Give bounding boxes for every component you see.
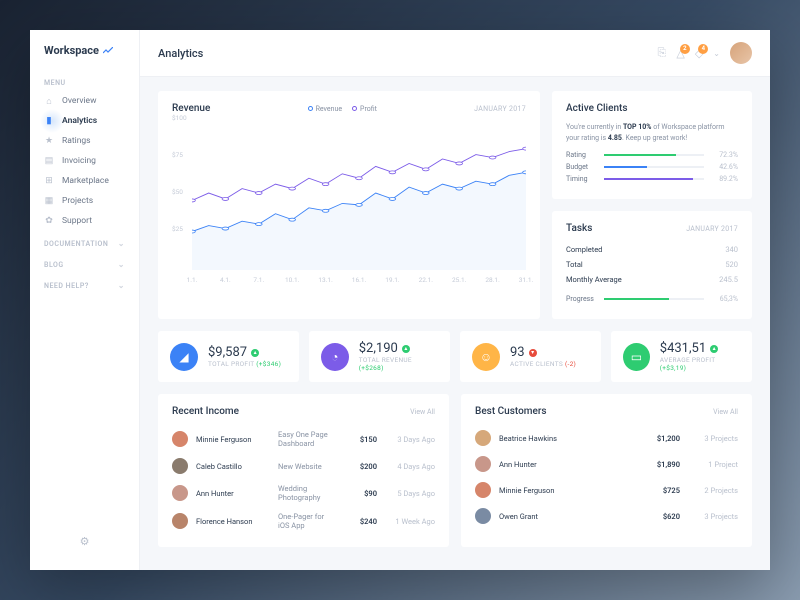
arrow-up-icon: ▴: [402, 345, 410, 353]
list-item[interactable]: Beatrice Hawkins$1,2003 Projects: [475, 425, 738, 451]
recent-income-title: Recent Income: [172, 406, 239, 417]
revenue-chart: $25$50$75$1001.1.4.1.7.1.10.1.13.1.16.1.…: [172, 122, 526, 282]
sidebar-section[interactable]: DOCUMENTATION⌄: [30, 231, 139, 252]
metric-bar: Timing89.2%: [566, 175, 738, 183]
avatar: [475, 456, 491, 472]
list-item[interactable]: Ann Hunter$1,8901 Project: [475, 451, 738, 477]
chevron-down-icon: ⌄: [118, 260, 125, 269]
nav-item-projects[interactable]: ▦Projects: [30, 191, 139, 211]
recent-income-card: Recent Income View All Minnie FergusonEa…: [158, 394, 449, 547]
stat-card: ☺ 93▾ ACTIVE CLIENTS (-2): [460, 331, 601, 382]
avatar: [172, 458, 188, 474]
best-customers-list: Beatrice Hawkins$1,2003 ProjectsAnn Hunt…: [475, 425, 738, 529]
menu-section-label: MENU: [30, 73, 139, 91]
user-avatar[interactable]: [730, 42, 752, 64]
sidebar-section[interactable]: NEED HELP?⌄: [30, 273, 139, 294]
list-item[interactable]: Caleb CastilloNew Website$2004 Days Ago: [172, 453, 435, 479]
nav-item-ratings[interactable]: ★Ratings: [30, 131, 139, 151]
chart-legend: Revenue Profit: [308, 105, 377, 113]
chevron-down-icon: ⌄: [118, 281, 125, 290]
recent-income-viewall[interactable]: View All: [410, 408, 435, 416]
app-frame: Workspace MENU ⌂Overview▮Analytics★Ratin…: [30, 30, 770, 570]
arrow-up-icon: ▴: [710, 345, 718, 353]
metric-bar: Rating72.3%: [566, 151, 738, 159]
tasks-list: Completed340Total520Monthly Average245.5: [566, 242, 738, 287]
sidebar-section[interactable]: BLOG⌄: [30, 252, 139, 273]
best-customers-title: Best Customers: [475, 406, 547, 417]
avatar: [172, 513, 188, 529]
nav-item-support[interactable]: ✿Support: [30, 211, 139, 231]
topbar-actions: ⎘ △2 ◇4 ⌄: [658, 42, 752, 64]
list-item[interactable]: Owen Grant$6203 Projects: [475, 503, 738, 529]
active-clients-text: You're currently in TOP 10% of Workspace…: [566, 122, 738, 143]
task-row: Monthly Average245.5: [566, 272, 738, 287]
nav-icon: ⊞: [44, 176, 54, 186]
best-customers-viewall[interactable]: View All: [713, 408, 738, 416]
sidebar: Workspace MENU ⌂Overview▮Analytics★Ratin…: [30, 30, 140, 570]
message-icon[interactable]: ◇4: [695, 47, 703, 60]
nav-icon: ▤: [44, 156, 54, 166]
clipboard-icon[interactable]: ⎘: [658, 46, 667, 60]
page-title: Analytics: [158, 47, 203, 60]
chevron-down-icon: ⌄: [118, 239, 125, 248]
arrow-down-icon: ▾: [529, 349, 537, 357]
list-item[interactable]: Minnie FergusonEasy One Page Dashboard$1…: [172, 425, 435, 453]
settings-gear-icon[interactable]: ⚙: [30, 527, 139, 556]
sidebar-sections: DOCUMENTATION⌄BLOG⌄NEED HELP?⌄: [30, 231, 139, 294]
list-item[interactable]: Ann HunterWedding Photography$905 Days A…: [172, 479, 435, 507]
nav-item-marketplace[interactable]: ⊞Marketplace: [30, 171, 139, 191]
tasks-title: Tasks: [566, 223, 592, 234]
stats-row: ◢ $9,587▴ TOTAL PROFIT (+$346)◔ $2,190▴ …: [158, 331, 752, 382]
stat-icon: ◢: [170, 343, 198, 371]
chevron-down-icon[interactable]: ⌄: [713, 49, 720, 58]
tasks-period: JANUARY 2017: [686, 225, 738, 233]
main-area: Analytics ⎘ △2 ◇4 ⌄ Revenue Revenue Prof…: [140, 30, 770, 570]
list-item[interactable]: Minnie Ferguson$7252 Projects: [475, 477, 738, 503]
nav-icon: ▦: [44, 196, 54, 206]
arrow-up-icon: ▴: [251, 349, 259, 357]
lists-row: Recent Income View All Minnie FergusonEa…: [158, 394, 752, 547]
stat-card: ▭ $431,51▴ AVERAGE PROFIT (+$3,19): [611, 331, 752, 382]
best-customers-card: Best Customers View All Beatrice Hawkins…: [461, 394, 752, 547]
nav-item-overview[interactable]: ⌂Overview: [30, 91, 139, 111]
nav-item-analytics[interactable]: ▮Analytics: [30, 111, 139, 131]
nav-icon: ★: [44, 136, 54, 146]
avatar: [475, 482, 491, 498]
recent-income-list: Minnie FergusonEasy One Page Dashboard$1…: [172, 425, 435, 535]
stat-icon: ◔: [321, 343, 349, 371]
notification-bell-icon[interactable]: △2: [676, 47, 684, 60]
active-clients-bars: Rating72.3% Budget42.6% Timing89.2%: [566, 151, 738, 183]
list-item[interactable]: Florence HansonOne-Pager for iOS App$240…: [172, 507, 435, 535]
task-row: Total520: [566, 257, 738, 272]
avatar: [172, 485, 188, 501]
tasks-card: Tasks JANUARY 2017 Completed340Total520M…: [552, 211, 752, 319]
nav-item-invoicing[interactable]: ▤Invoicing: [30, 151, 139, 171]
brand-trend-icon: [103, 47, 113, 55]
avatar: [475, 508, 491, 524]
stat-card: ◔ $2,190▴ TOTAL REVENUE (+$268): [309, 331, 450, 382]
content-grid: Revenue Revenue Profit JANUARY 2017 $25$…: [140, 77, 770, 561]
active-clients-title: Active Clients: [566, 103, 628, 114]
revenue-period: JANUARY 2017: [474, 105, 526, 113]
nav-icon: ▮: [44, 116, 54, 126]
nav-icon: ✿: [44, 216, 54, 226]
task-row: Completed340: [566, 242, 738, 257]
stat-icon: ☺: [472, 343, 500, 371]
revenue-chart-card: Revenue Revenue Profit JANUARY 2017 $25$…: [158, 91, 540, 319]
nav-icon: ⌂: [44, 96, 54, 106]
brand[interactable]: Workspace: [30, 44, 139, 73]
brand-label: Workspace: [44, 44, 99, 57]
stat-card: ◢ $9,587▴ TOTAL PROFIT (+$346): [158, 331, 299, 382]
topbar: Analytics ⎘ △2 ◇4 ⌄: [140, 30, 770, 77]
revenue-title: Revenue: [172, 103, 210, 114]
metric-bar: Budget42.6%: [566, 163, 738, 171]
active-clients-card: Active Clients You're currently in TOP 1…: [552, 91, 752, 199]
avatar: [475, 430, 491, 446]
nav-list: ⌂Overview▮Analytics★Ratings▤Invoicing⊞Ma…: [30, 91, 139, 231]
avatar: [172, 431, 188, 447]
stat-icon: ▭: [623, 343, 650, 371]
